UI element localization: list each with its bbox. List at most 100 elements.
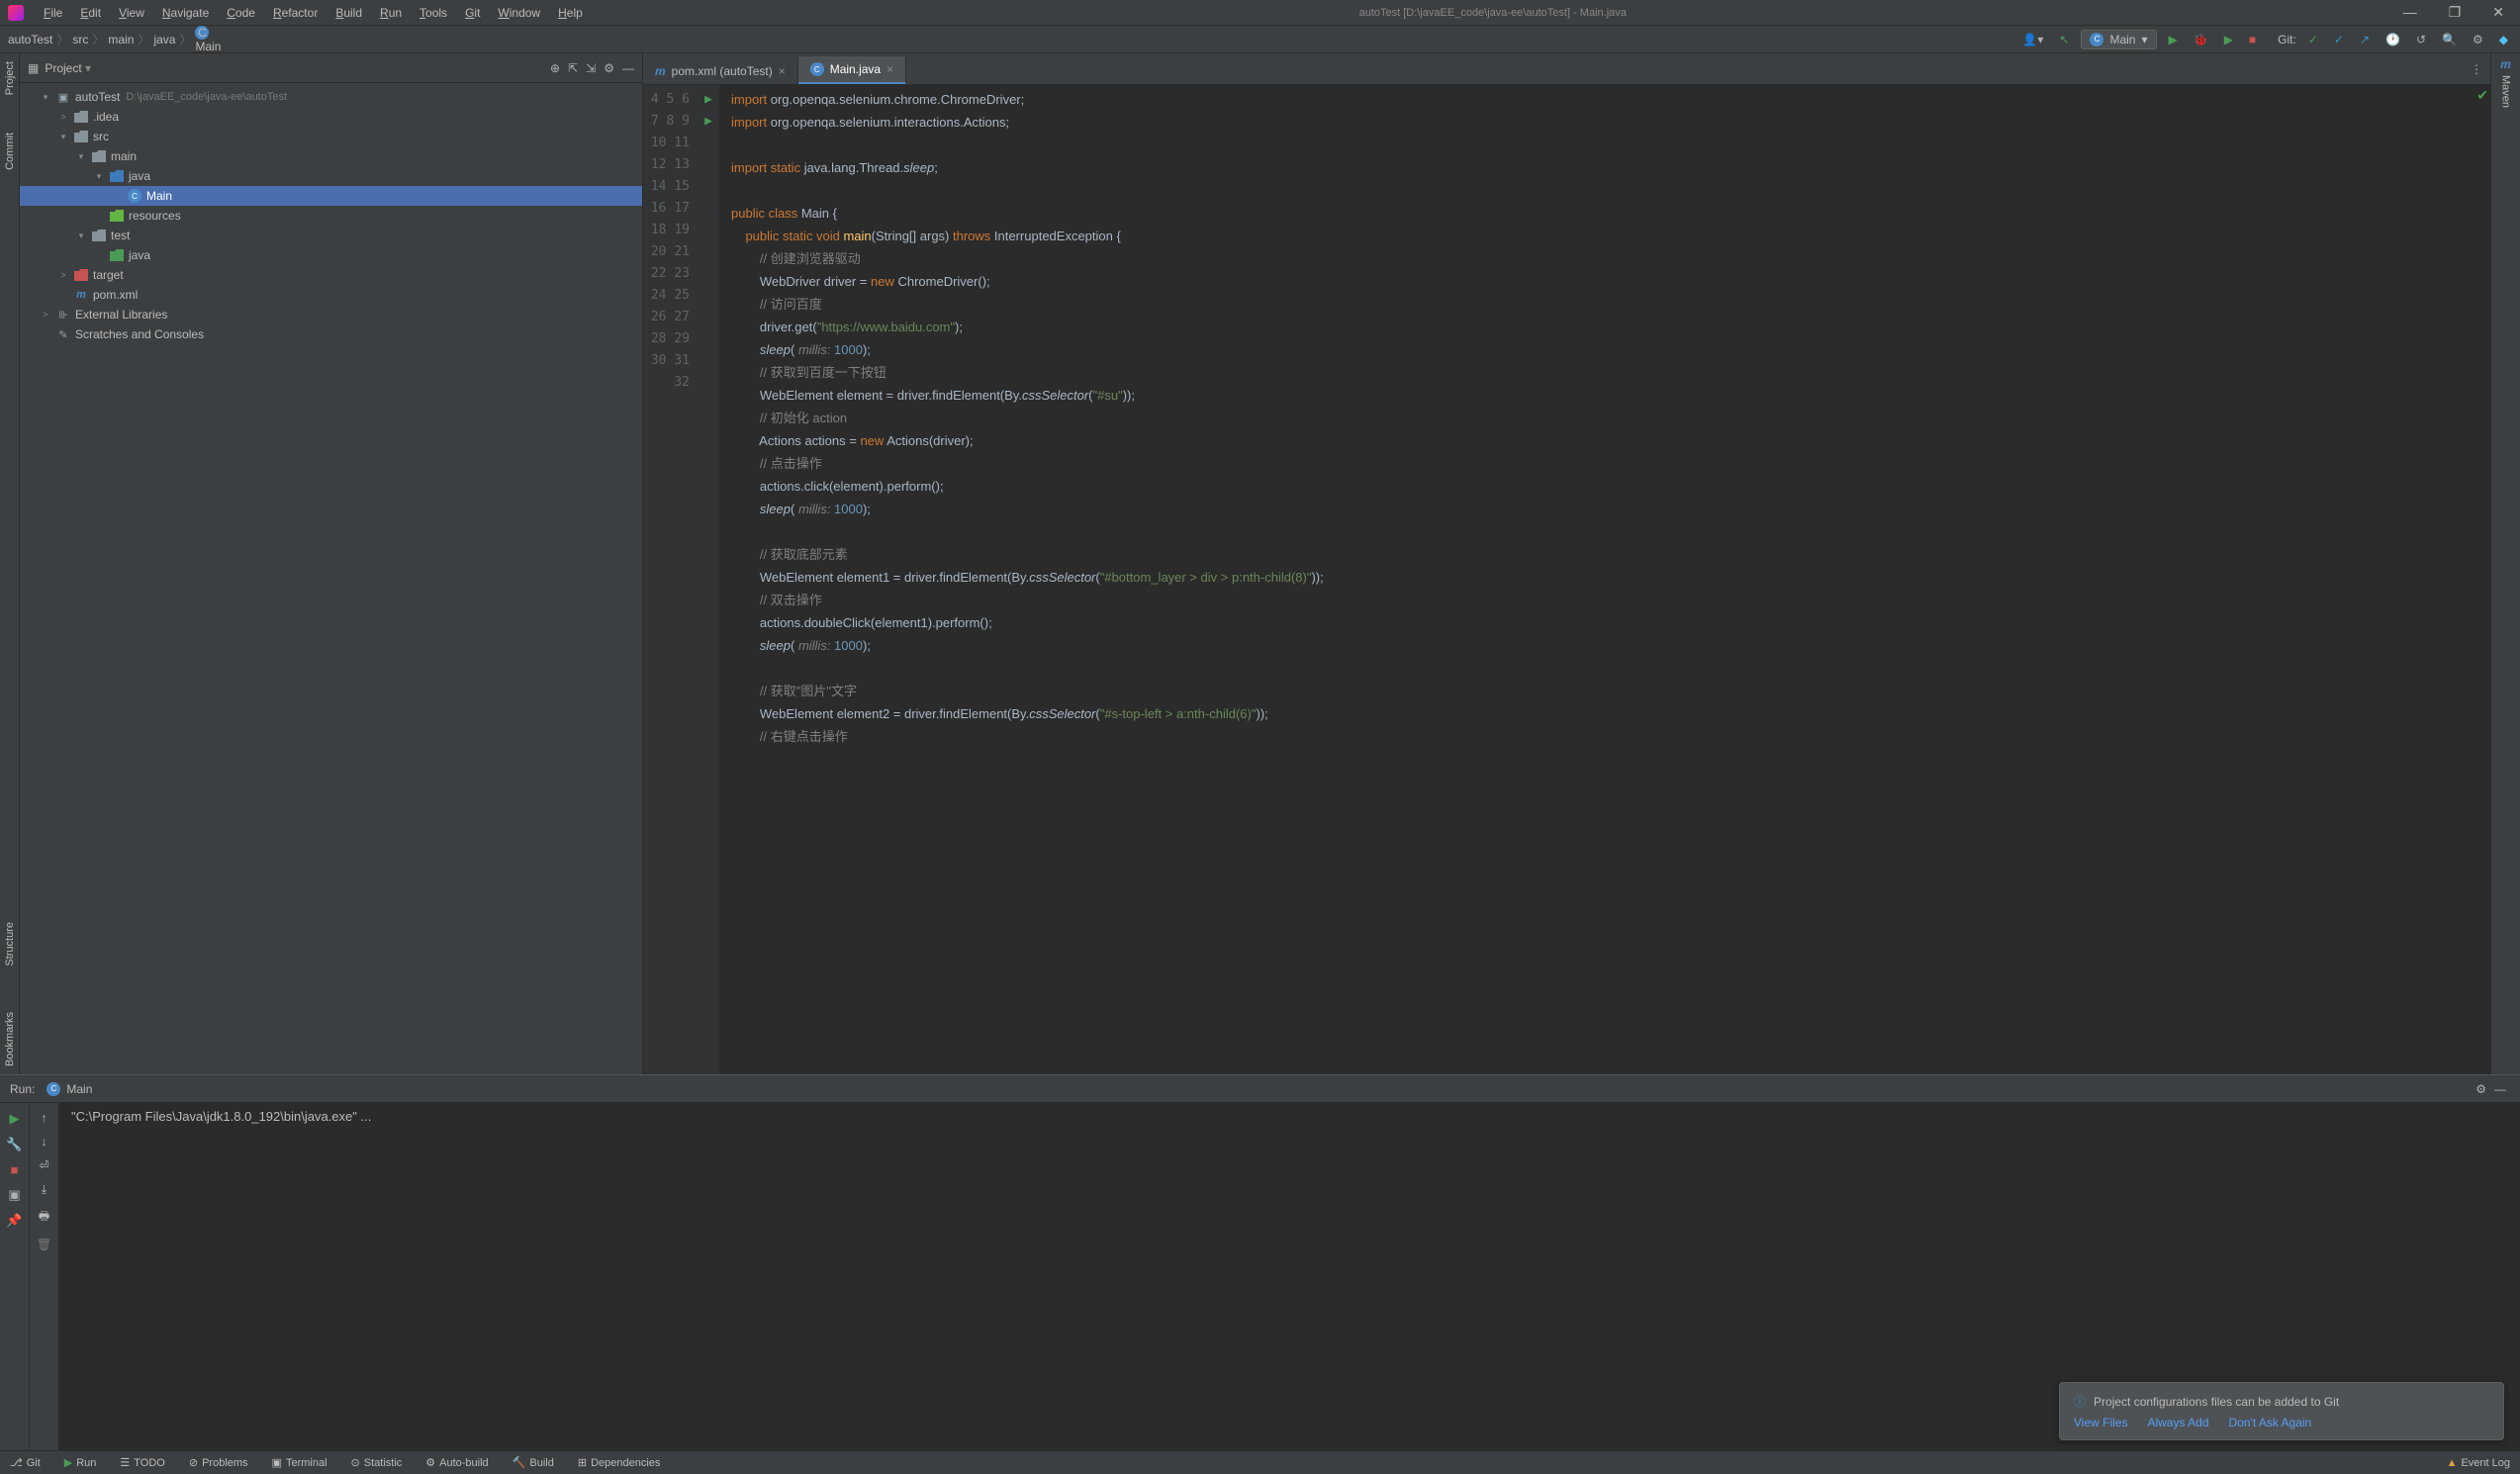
tree-item--idea[interactable]: >.idea [20, 107, 642, 127]
down-icon[interactable]: ↓ [42, 1135, 47, 1149]
hide-panel-icon[interactable]: — [622, 61, 634, 75]
debug-button-icon[interactable]: 🐞 [2190, 31, 2212, 48]
breadcrumb-item[interactable]: main [108, 33, 134, 46]
statusbar-event-log[interactable]: ▲Event Log [2447, 1457, 2510, 1469]
tool-structure[interactable]: Structure [2, 914, 18, 974]
expand-all-icon[interactable]: ⇱ [568, 61, 578, 75]
tree-arrow-icon[interactable]: ▾ [40, 92, 51, 103]
tree-item-test[interactable]: ▾test [20, 226, 642, 245]
menu-window[interactable]: Window [490, 2, 548, 24]
no-problems-icon[interactable]: ✔ [2476, 87, 2488, 104]
stop-button-icon[interactable]: ■ [2245, 31, 2260, 48]
breadcrumb-item[interactable]: autoTest [8, 33, 52, 46]
coverage-button-icon[interactable]: ▶ [2220, 31, 2237, 48]
minimize-button[interactable]: ― [2395, 2, 2425, 23]
user-icon[interactable]: 👤▾ [2018, 31, 2047, 48]
run-configuration-selector[interactable]: C Main ▾ [2081, 30, 2156, 49]
tab-options-icon[interactable]: ⋮ [2463, 54, 2490, 84]
up-icon[interactable]: ↑ [42, 1111, 47, 1125]
tree-arrow-icon[interactable]: ▾ [75, 151, 87, 162]
tree-arrow-icon[interactable]: > [40, 310, 51, 320]
editor-tab-main-java[interactable]: CMain.java× [798, 56, 906, 84]
locate-icon[interactable]: ⊕ [550, 61, 560, 75]
pin-icon[interactable]: 📌 [6, 1213, 22, 1229]
tree-item-java[interactable]: ▾java [20, 166, 642, 186]
project-tree[interactable]: ▾▣autoTestD:\javaEE_code\java-ee\autoTes… [20, 83, 642, 1074]
statusbar-build[interactable]: 🔨Build [513, 1456, 554, 1469]
statusbar-terminal[interactable]: ▣Terminal [272, 1456, 327, 1469]
ide-features-icon[interactable]: ◆ [2495, 31, 2512, 48]
tree-item-resources[interactable]: resources [20, 206, 642, 226]
run-settings-icon[interactable]: ⚙ [2472, 1080, 2490, 1098]
tree-item-autotest[interactable]: ▾▣autoTestD:\javaEE_code\java-ee\autoTes… [20, 87, 642, 107]
hide-run-panel-icon[interactable]: — [2490, 1080, 2510, 1098]
git-commit-icon[interactable]: ✓ [2330, 31, 2348, 48]
tree-item-scratches-and-consoles[interactable]: ✎Scratches and Consoles [20, 324, 642, 344]
tree-arrow-icon[interactable]: ▾ [93, 171, 105, 182]
menu-code[interactable]: Code [219, 2, 263, 24]
run-button-icon[interactable]: ▶ [2165, 31, 2182, 48]
notif-action-don-t-ask-again[interactable]: Don't Ask Again [2229, 1416, 2312, 1429]
menu-view[interactable]: View [111, 2, 152, 24]
statusbar-todo[interactable]: ☰TODO [120, 1456, 164, 1469]
statusbar-statistic[interactable]: ⊙Statistic [351, 1456, 403, 1469]
tree-item-external-libraries[interactable]: >⊪External Libraries [20, 305, 642, 324]
menu-edit[interactable]: Edit [72, 2, 109, 24]
menu-git[interactable]: Git [457, 2, 488, 24]
trash-icon[interactable]: 🗑 [37, 1238, 51, 1251]
tool-project[interactable]: Project [2, 57, 18, 99]
tree-item-main[interactable]: CMain [20, 186, 642, 206]
build-hammer-icon[interactable]: ↖ [2055, 31, 2073, 48]
soft-wrap-icon[interactable]: ⏎ [39, 1158, 48, 1172]
breadcrumb-item[interactable]: CMain [195, 26, 221, 53]
menu-file[interactable]: File [36, 2, 70, 24]
tree-arrow-icon[interactable]: ▾ [75, 230, 87, 241]
git-update-icon[interactable]: ✓ [2304, 31, 2322, 48]
tree-arrow-icon[interactable]: > [57, 270, 69, 280]
statusbar-git[interactable]: ⎇Git [10, 1456, 41, 1469]
tree-item-target[interactable]: >target [20, 265, 642, 285]
tree-item-main[interactable]: ▾main [20, 146, 642, 166]
tree-item-pom-xml[interactable]: mpom.xml [20, 285, 642, 305]
console-output[interactable]: "C:\Program Files\Java\jdk1.8.0_192\bin\… [59, 1103, 2520, 1450]
statusbar-problems[interactable]: ⊘Problems [189, 1456, 248, 1469]
stop-icon[interactable]: ■ [11, 1162, 19, 1177]
breadcrumb-item[interactable]: java [153, 33, 175, 46]
git-history-icon[interactable]: 🕐 [2381, 31, 2404, 48]
menu-tools[interactable]: Tools [412, 2, 455, 24]
run-gutter[interactable]: ▶ ▶ [698, 85, 719, 1074]
tree-arrow-icon[interactable]: > [57, 112, 69, 122]
close-button[interactable]: ✕ [2484, 2, 2512, 23]
git-push-icon[interactable]: ↗ [2356, 31, 2374, 48]
editor-tab-pom-xml-autotest-[interactable]: mpom.xml (autoTest)× [643, 58, 798, 84]
scroll-end-icon[interactable]: ⤓ [42, 1182, 47, 1197]
rerun-icon[interactable]: ▶ [10, 1111, 20, 1127]
statusbar-run[interactable]: ▶Run [64, 1456, 97, 1469]
menu-navigate[interactable]: Navigate [154, 2, 217, 24]
tool-bookmarks[interactable]: Bookmarks [2, 1004, 18, 1074]
menu-help[interactable]: Help [550, 2, 591, 24]
tool-maven[interactable]: Maven [2498, 71, 2514, 112]
search-icon[interactable]: 🔍 [2438, 31, 2461, 48]
menu-refactor[interactable]: Refactor [265, 2, 326, 24]
code-editor[interactable]: import org.openqa.selenium.chrome.Chrome… [719, 85, 2490, 1074]
panel-settings-icon[interactable]: ⚙ [604, 61, 614, 75]
collapse-all-icon[interactable]: ⇲ [586, 61, 596, 75]
menu-build[interactable]: Build [327, 2, 370, 24]
line-number-gutter[interactable]: 4 5 6 7 8 9 10 11 12 13 14 15 16 17 18 1… [643, 85, 698, 1074]
print-icon[interactable]: 🖶 [39, 1207, 49, 1228]
tree-arrow-icon[interactable]: ▾ [57, 132, 69, 142]
statusbar-auto-build[interactable]: ⚙Auto-build [425, 1456, 488, 1469]
maximize-button[interactable]: ❐ [2441, 2, 2470, 23]
notif-action-always-add[interactable]: Always Add [2147, 1416, 2208, 1429]
breadcrumb-item[interactable]: src [72, 33, 88, 46]
editor-content[interactable]: 4 5 6 7 8 9 10 11 12 13 14 15 16 17 18 1… [643, 85, 2490, 1074]
tree-item-java[interactable]: java [20, 245, 642, 265]
settings-icon[interactable]: ⚙ [2469, 31, 2487, 48]
close-tab-icon[interactable]: × [779, 64, 786, 78]
tool-commit[interactable]: Commit [2, 129, 18, 174]
git-rollback-icon[interactable]: ↺ [2412, 31, 2430, 48]
statusbar-dependencies[interactable]: ⊞Dependencies [578, 1456, 661, 1469]
wrench-icon[interactable]: 🔧 [6, 1137, 22, 1152]
layout-icon[interactable]: ▣ [8, 1187, 20, 1203]
